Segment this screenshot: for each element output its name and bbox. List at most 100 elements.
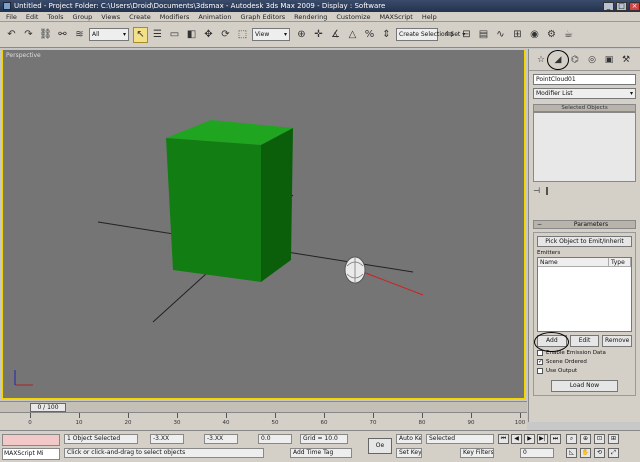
y-coordinate-field[interactable]: -3.XX [204, 434, 238, 444]
orbit-icon[interactable]: ⟲ [594, 448, 605, 458]
menu-graph-editors[interactable]: Graph Editors [241, 13, 286, 21]
parameters-rollout-header[interactable]: − Parameters [533, 220, 636, 229]
remove-button[interactable]: Remove [602, 335, 633, 347]
menu-edit[interactable]: Edit [26, 13, 39, 21]
unlink-icon[interactable]: ⚯ [55, 27, 70, 43]
key-filter-dropdown[interactable]: Selected [426, 434, 494, 444]
minimize-button[interactable]: _ [603, 1, 614, 11]
menu-file[interactable]: File [6, 13, 17, 21]
pan-icon[interactable]: ✋ [580, 448, 591, 458]
schematic-view-icon[interactable]: ⊞ [510, 27, 525, 43]
modifier-list-dropdown[interactable]: Modifier List [533, 88, 636, 99]
maximize-button[interactable]: □ [616, 1, 627, 11]
menu-create[interactable]: Create [129, 13, 151, 21]
use-output-checkbox[interactable]: Use Output [537, 368, 632, 374]
key-filters-button[interactable]: Key Filters... [460, 448, 494, 458]
bind-space-warp-icon[interactable]: ≋ [72, 27, 87, 43]
col-name[interactable]: Name [538, 258, 609, 266]
link-icon[interactable]: ⛓ [38, 27, 53, 43]
object-name-field[interactable]: PointCloud01 [533, 74, 636, 85]
pivot-icon[interactable]: ⊕ [294, 27, 309, 43]
time-slider[interactable]: 0 / 100 [0, 401, 527, 412]
window-crossing-icon[interactable]: ◧ [184, 27, 199, 43]
emitters-list[interactable]: Name Type [537, 257, 632, 332]
prev-frame-icon[interactable]: ◀ [511, 434, 522, 444]
mirror-icon[interactable]: ⇋ [442, 27, 457, 43]
zoom-icon[interactable]: ⌕ [566, 434, 577, 444]
percent-snap-icon[interactable]: % [362, 27, 377, 43]
track-bar[interactable]: 0 10 20 30 40 50 60 70 80 90 100 [0, 412, 527, 430]
menu-rendering[interactable]: Rendering [294, 13, 327, 21]
show-end-result-icon[interactable]: ‖ [545, 186, 549, 198]
maxscript-mini-listener[interactable]: MAXScript Mi [2, 448, 60, 460]
z-coordinate-field[interactable]: 0.0 [258, 434, 292, 444]
fov-icon[interactable]: ◺ [566, 448, 577, 458]
menu-modifiers[interactable]: Modifiers [160, 13, 190, 21]
next-frame-icon[interactable]: ▶| [537, 434, 548, 444]
time-slider-thumb[interactable]: 0 / 100 [30, 402, 66, 412]
angle-snap-icon[interactable]: △ [345, 27, 360, 43]
reference-coordinate-dropdown[interactable]: View [252, 28, 290, 41]
move-icon[interactable]: ✥ [201, 27, 216, 43]
load-now-button[interactable]: Load Now [551, 380, 618, 392]
perspective-viewport[interactable]: Perspective [2, 49, 525, 399]
create-tab-icon[interactable]: ☆ [534, 52, 548, 68]
pick-object-button[interactable]: Pick Object to Emit/Inherit [537, 236, 632, 247]
add-time-tag-button[interactable]: Add Time Tag [290, 448, 352, 458]
current-frame-field[interactable]: 0 [520, 448, 554, 458]
add-button[interactable]: Add [534, 332, 569, 352]
select-object-icon[interactable]: ↖ [133, 26, 148, 43]
layer-manager-icon[interactable]: ▤ [476, 27, 491, 43]
close-button[interactable]: × [629, 1, 640, 11]
motion-tab-icon[interactable]: ◎ [585, 52, 599, 68]
select-by-name-icon[interactable]: ☰ [150, 27, 165, 43]
zoom-all-icon[interactable]: ⊕ [580, 434, 591, 444]
curve-editor-icon[interactable]: ∿ [493, 27, 508, 43]
display-tab-icon[interactable]: ▣ [602, 52, 616, 68]
modifier-stack[interactable] [533, 112, 636, 182]
checkbox-label: Use Output [546, 368, 578, 374]
key-mode-button[interactable]: Oe [368, 438, 392, 454]
menu-maxscript[interactable]: MAXScript [380, 13, 413, 21]
go-to-end-icon[interactable]: ⏭ [550, 434, 561, 444]
scale-icon[interactable]: ⬚ [235, 27, 250, 43]
edit-button[interactable]: Edit [569, 335, 600, 347]
rectangle-selection-icon[interactable]: ▭ [167, 27, 182, 43]
menu-help[interactable]: Help [422, 13, 437, 21]
menu-tools[interactable]: Tools [47, 13, 63, 21]
menu-customize[interactable]: Customize [336, 13, 370, 21]
window-title: Untitled - Project Folder: C:\Users\Droi… [14, 2, 386, 10]
render-icon[interactable]: ☕ [561, 27, 576, 43]
render-setup-icon[interactable]: ⚙ [544, 27, 559, 43]
maxscript-listener[interactable] [2, 434, 60, 446]
viewport-label[interactable]: Perspective [6, 52, 41, 59]
play-icon[interactable]: ▶ [524, 434, 535, 444]
auto-key-button[interactable]: Auto Key [396, 434, 422, 444]
snap-icon[interactable]: ∡ [328, 27, 343, 43]
set-key-button[interactable]: Set Key [396, 448, 422, 458]
material-editor-icon[interactable]: ◉ [527, 27, 542, 43]
modify-tab-icon[interactable]: ◢ [547, 49, 569, 70]
hierarchy-tab-icon[interactable]: ⌬ [568, 52, 582, 68]
zoom-extents-icon[interactable]: ⊡ [594, 434, 605, 444]
rotate-icon[interactable]: ⟳ [218, 27, 233, 43]
menu-views[interactable]: Views [101, 13, 120, 21]
x-coordinate-field[interactable]: -3.XX [150, 434, 184, 444]
scene-ordered-checkbox[interactable]: ✓ Scene Ordered [537, 359, 632, 365]
go-to-start-icon[interactable]: ⏮ [498, 434, 509, 444]
zoom-extents-all-icon[interactable]: ⊞ [608, 434, 619, 444]
selection-filter-dropdown[interactable]: All [89, 28, 129, 41]
menu-animation[interactable]: Animation [198, 13, 231, 21]
utilities-tab-icon[interactable]: ⚒ [619, 52, 633, 68]
named-selection-dropdown[interactable]: Create Selection Set [396, 28, 460, 41]
redo-icon[interactable]: ↷ [21, 27, 36, 43]
menu-group[interactable]: Group [73, 13, 93, 21]
undo-icon[interactable]: ↶ [4, 27, 19, 43]
align-icon[interactable]: ⊟ [459, 27, 474, 43]
maximize-viewport-icon[interactable]: ⤢ [608, 448, 619, 458]
col-type[interactable]: Type [609, 258, 631, 266]
prompt-line: Click or click-and-drag to select object… [64, 448, 264, 458]
pin-stack-icon[interactable]: ⊣ [533, 186, 540, 198]
manipulate-icon[interactable]: ✛ [311, 27, 326, 43]
spinner-snap-icon[interactable]: ⇕ [379, 27, 394, 43]
